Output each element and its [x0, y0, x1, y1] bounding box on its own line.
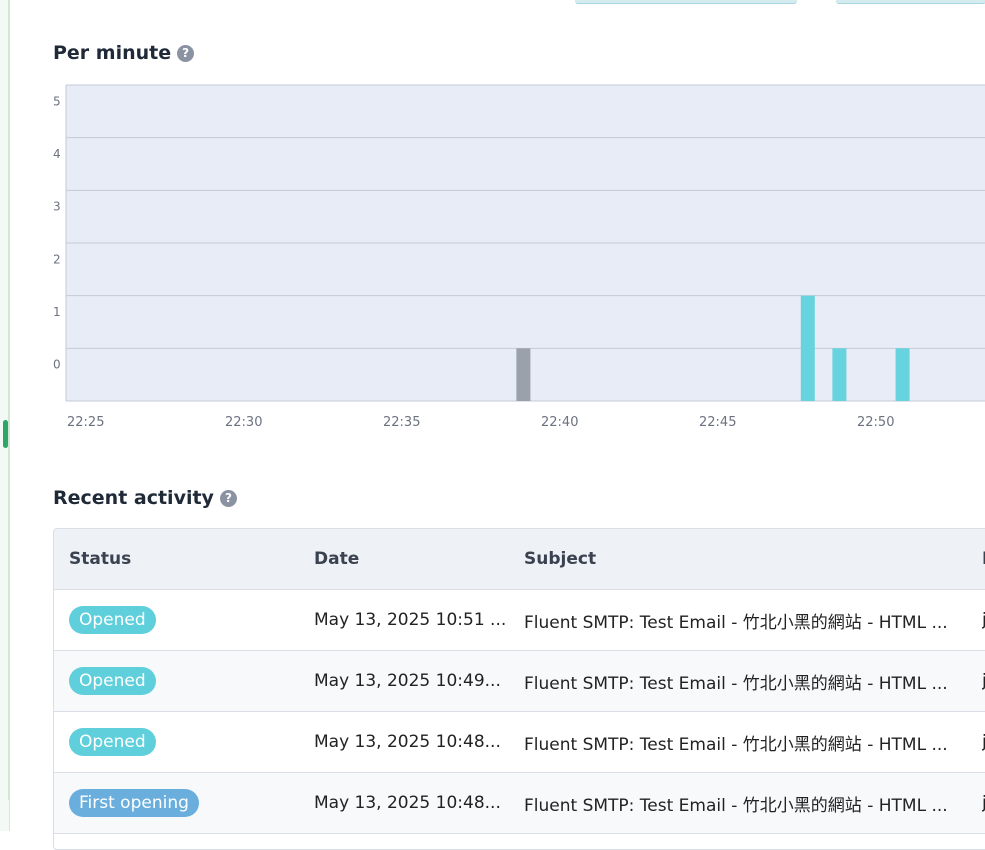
top-input-edge-2[interactable]: [836, 0, 985, 4]
x-tick-label: 22:50: [857, 415, 894, 430]
column-header-date[interactable]: Date: [314, 529, 514, 589]
x-tick-label: 22:45: [699, 415, 736, 430]
question-circle-icon[interactable]: ?: [219, 489, 237, 507]
y-tick-label: 4: [53, 147, 61, 161]
table-header: Status Date Subject I: [54, 529, 985, 590]
recent-activity-table: Status Date Subject I Opened May 13, 2025…: [53, 528, 985, 850]
per-minute-heading: Per minute ?: [53, 42, 195, 64]
x-tick-label: 22:35: [383, 415, 420, 430]
status-badge: First opening: [69, 789, 199, 817]
chart-bar: [832, 348, 847, 401]
row-subject: Fluent SMTP: Test Email - 竹北小黑的網站 - HTML…: [524, 612, 948, 633]
recent-activity-title: Recent activity: [53, 487, 214, 509]
per-minute-chart-svg: 0 1 2 3 4 5 22:25 22:30 22:35 22:40 22:45 22:50: [53, 84, 985, 430]
x-tick-label: 22:30: [225, 415, 262, 430]
top-input-edge[interactable]: [575, 0, 797, 4]
table-row[interactable]: Opened May 13, 2025 10:51 ... Fluent SMTP:…: [54, 590, 985, 651]
y-tick-label: 5: [53, 94, 61, 108]
question-circle-icon[interactable]: ?: [177, 44, 195, 62]
table-row[interactable]: Opened May 13, 2025 10:49... Fluent SMTP: …: [54, 651, 985, 712]
column-header-subject[interactable]: Subject: [524, 529, 964, 589]
sidebar-active-marker: [3, 420, 8, 448]
recent-activity-heading: Recent activity ?: [53, 487, 237, 509]
status-badge: Opened: [69, 606, 156, 634]
x-tick-label: 22:40: [541, 415, 578, 430]
y-tick-label: 3: [53, 200, 61, 214]
row-date: May 13, 2025 10:48...: [314, 732, 501, 752]
per-minute-chart: 0 1 2 3 4 5 22:25 22:30 22:35 22:40 22:45 22:50: [40, 80, 985, 440]
column-header-status[interactable]: Status: [69, 529, 299, 589]
row-subject: Fluent SMTP: Test Email - 竹北小黑的網站 - HTML…: [524, 795, 948, 816]
row-date: May 13, 2025 10:49...: [314, 671, 501, 691]
status-badge: Opened: [69, 667, 156, 695]
y-tick-label: 1: [53, 305, 61, 319]
table-row[interactable]: First opening May 13, 2025 10:48... Fluent…: [54, 773, 985, 834]
table-row[interactable]: Opened May 13, 2025 10:48... Fluent SMTP: …: [54, 712, 985, 773]
status-badge: Opened: [69, 728, 156, 756]
y-tick-label: 2: [53, 252, 61, 266]
x-tick-label: 22:25: [67, 415, 104, 430]
per-minute-title: Per minute: [53, 42, 172, 64]
chart-bar: [516, 348, 531, 401]
chart-bar: [895, 348, 910, 401]
y-tick-label: 0: [53, 358, 61, 372]
row-subject: Fluent SMTP: Test Email - 竹北小黑的網站 - HTML…: [524, 673, 948, 694]
row-subject: Fluent SMTP: Test Email - 竹北小黑的網站 - HTML…: [524, 734, 948, 755]
chart-bar: [800, 295, 815, 401]
row-date: May 13, 2025 10:48...: [314, 793, 501, 813]
sidebar-edge: [0, 0, 10, 831]
row-date: May 13, 2025 10:51 ...: [314, 610, 507, 630]
